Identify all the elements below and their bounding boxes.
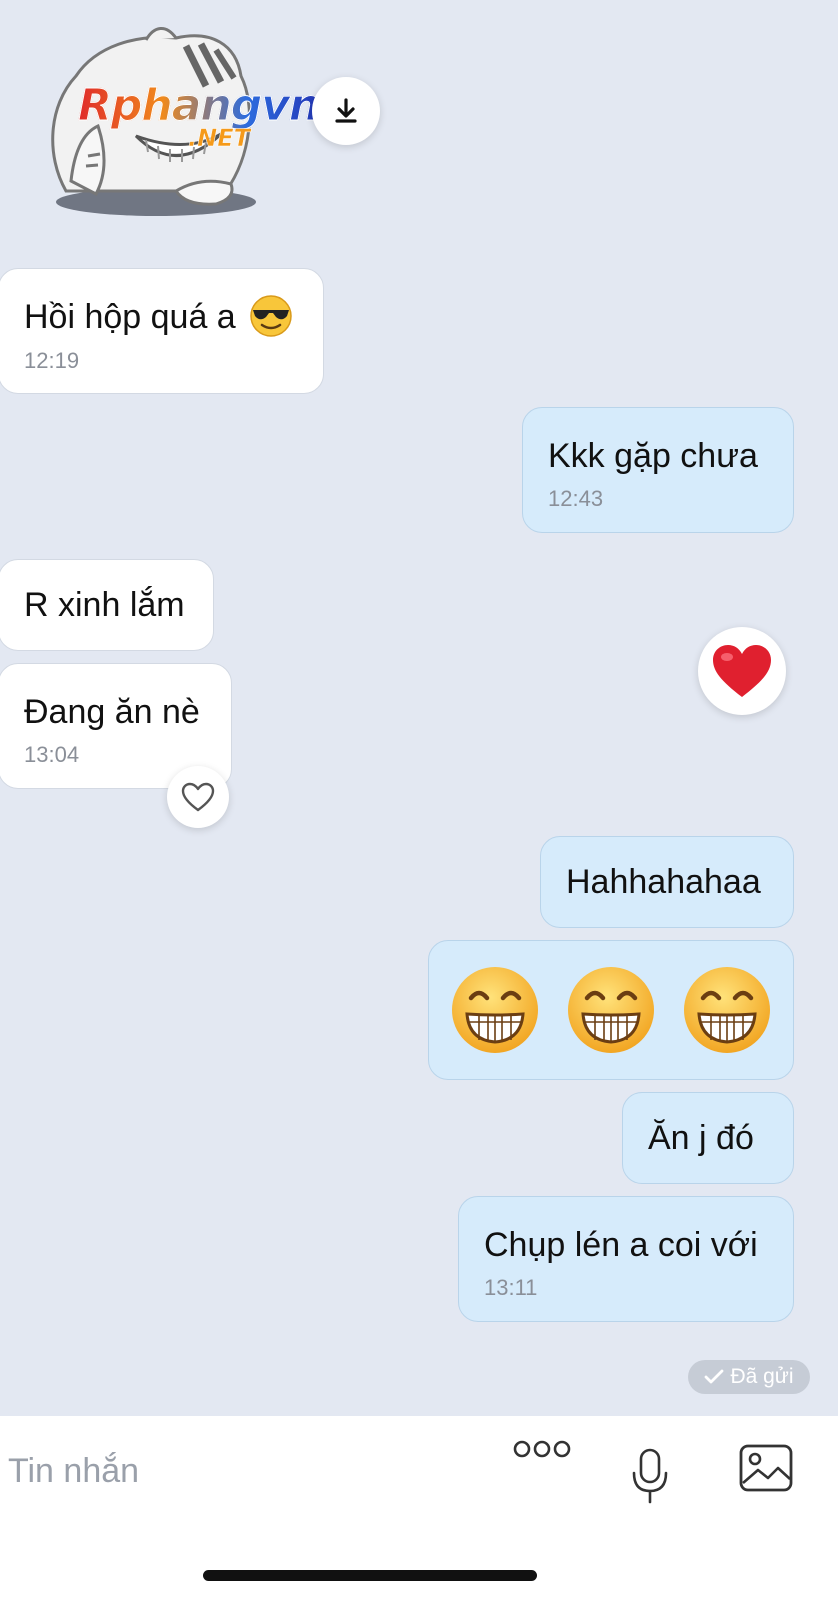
message-text: Hồi hộp quá a (24, 295, 298, 338)
message-text: Hahhahahaa (566, 863, 761, 901)
message-text: Ăn j đó (648, 1119, 754, 1157)
message-bubble-sent[interactable] (428, 940, 794, 1080)
smiling-face-with-sunglasses-icon (250, 295, 292, 337)
red-heart-icon (713, 645, 771, 697)
send-image-button[interactable] (736, 1440, 796, 1496)
message-input[interactable] (8, 1445, 488, 1497)
checkmark-icon (705, 1369, 724, 1384)
message-text: Đang ăn nè (24, 693, 200, 731)
image-icon (739, 1444, 793, 1492)
sticker-message[interactable]: Rphangvn .NET (36, 16, 321, 221)
heart-outline-icon (181, 782, 215, 812)
grinning-face-icon (684, 967, 770, 1053)
sticker-brand-sub: .NET (188, 124, 250, 153)
message-bubble-sent[interactable]: Hahhahahaa (540, 836, 794, 928)
chat-area[interactable]: Rphangvn .NET Hồi hộp quá a 12:19 Kkk gặ… (0, 0, 838, 1416)
message-time: 12:19 (24, 348, 80, 374)
heart-reaction[interactable] (698, 627, 786, 715)
message-bubble-received[interactable]: Hồi hộp quá a 12:19 (0, 268, 324, 394)
message-bubble-sent[interactable]: Ăn j đó (622, 1092, 794, 1184)
home-indicator (203, 1570, 537, 1581)
status-text: Đã gửi (730, 1365, 794, 1388)
message-text: Kkk gặp chưa (548, 437, 758, 475)
message-bubble-sent[interactable]: Chụp lén a coi với 13:11 (458, 1196, 794, 1322)
message-bubble-received[interactable]: R xinh lắm (0, 559, 214, 651)
microphone-icon (632, 1448, 668, 1504)
message-time: 12:43 (548, 486, 604, 511)
message-text: Chụp lén a coi với (484, 1226, 758, 1264)
message-time: 13:04 (24, 742, 80, 767)
status-badge: Đã gửi (688, 1360, 810, 1394)
grinning-face-icon (452, 967, 538, 1053)
message-bubble-sent[interactable]: Kkk gặp chưa 12:43 (522, 407, 794, 533)
download-button[interactable] (312, 77, 380, 145)
more-options-button[interactable] (508, 1424, 576, 1474)
message-text: R xinh lắm (24, 586, 185, 624)
voice-message-button[interactable] (626, 1440, 674, 1512)
react-heart-button[interactable] (167, 766, 229, 828)
message-time: 13:11 (484, 1275, 538, 1300)
more-dots-icon (513, 1440, 571, 1458)
grinning-face-icon (568, 967, 654, 1053)
download-icon (335, 98, 357, 123)
